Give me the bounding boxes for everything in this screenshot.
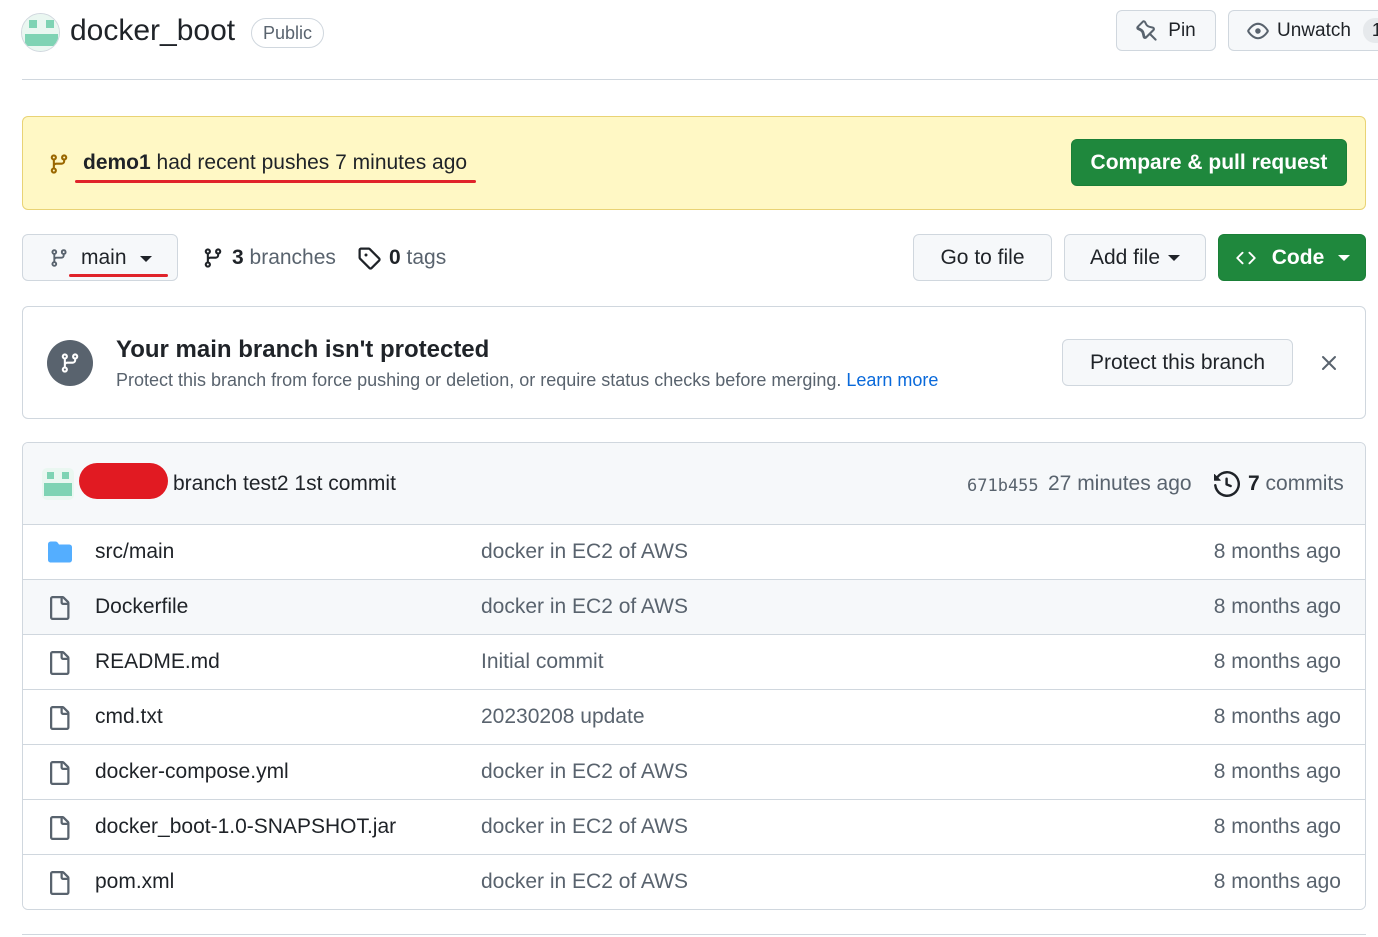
- file-age: 8 months ago: [1213, 760, 1341, 783]
- visibility-badge: Public: [251, 18, 325, 48]
- file-row[interactable]: cmd.txt 20230208 update 8 months ago: [23, 690, 1365, 745]
- current-branch-label: main: [81, 245, 127, 269]
- code-label: Code: [1271, 245, 1325, 269]
- unwatch-label: Unwatch: [1277, 19, 1351, 41]
- file-row[interactable]: docker_boot-1.0-SNAPSHOT.jar docker in EC…: [23, 800, 1365, 855]
- history-icon: [1214, 471, 1240, 497]
- file-icon: [47, 815, 71, 841]
- file-name-link[interactable]: docker-compose.yml: [95, 760, 289, 784]
- redacted-author: [79, 463, 168, 499]
- tags-link[interactable]: 0 tags: [357, 246, 446, 270]
- file-commit-message[interactable]: docker in EC2 of AWS: [481, 870, 688, 894]
- file-age: 8 months ago: [1213, 870, 1341, 893]
- unwatch-button[interactable]: Unwatch 1: [1228, 10, 1378, 51]
- protection-title: Your main branch isn't protected: [116, 336, 490, 363]
- tags-count: 0: [389, 246, 401, 269]
- latest-commit-bar: branch test2 1st commit 671b455 27 minut…: [23, 443, 1365, 525]
- code-button[interactable]: Code: [1218, 234, 1366, 281]
- code-icon: [1234, 248, 1258, 268]
- file-commit-message[interactable]: docker in EC2 of AWS: [481, 540, 688, 564]
- branches-link[interactable]: 3 branches: [202, 246, 336, 270]
- dismiss-notice-button[interactable]: [1317, 351, 1341, 375]
- commits-count: 7: [1248, 472, 1260, 495]
- file-age: 8 months ago: [1213, 595, 1341, 618]
- protection-description: Protect this branch from force pushing o…: [116, 370, 938, 391]
- file-row[interactable]: pom.xml docker in EC2 of AWS 8 months ago: [23, 855, 1365, 909]
- repo-name[interactable]: docker_boot: [70, 14, 235, 48]
- pin-button[interactable]: Pin: [1116, 10, 1216, 51]
- tags-label: tags: [406, 246, 447, 269]
- file-row[interactable]: Dockerfile docker in EC2 of AWS 8 months a…: [23, 580, 1365, 635]
- compare-pull-request-label: Compare & pull request: [1090, 150, 1328, 174]
- section-divider: [22, 934, 1366, 935]
- file-name-link[interactable]: Dockerfile: [95, 595, 188, 619]
- file-age: 8 months ago: [1213, 815, 1341, 838]
- commits-label: commits: [1265, 472, 1344, 495]
- file-name-link[interactable]: README.md: [95, 650, 220, 674]
- protect-branch-label: Protect this branch: [1089, 350, 1266, 374]
- file-commit-message[interactable]: docker in EC2 of AWS: [481, 595, 688, 619]
- branch-icon: [48, 152, 70, 176]
- commit-message[interactable]: branch test2 1st commit: [173, 472, 396, 496]
- file-commit-message[interactable]: docker in EC2 of AWS: [481, 815, 688, 839]
- file-commit-message[interactable]: Initial commit: [481, 650, 604, 674]
- file-row[interactable]: README.md Initial commit 8 months ago: [23, 635, 1365, 690]
- recent-push-message: demo1 had recent pushes 7 minutes ago: [83, 151, 467, 175]
- caret-down-icon: [1338, 254, 1351, 262]
- commits-history-link[interactable]: 7 commits: [1214, 471, 1344, 497]
- protect-branch-button[interactable]: Protect this branch: [1062, 339, 1293, 386]
- file-name-link[interactable]: cmd.txt: [95, 705, 163, 729]
- file-icon: [47, 760, 71, 786]
- file-icon: [47, 705, 71, 731]
- branches-count: 3: [232, 246, 244, 269]
- file-name-link[interactable]: src/main: [95, 540, 174, 564]
- file-name-link[interactable]: pom.xml: [95, 870, 174, 894]
- file-row[interactable]: docker-compose.yml docker in EC2 of AWS 8 …: [23, 745, 1365, 800]
- add-file-button[interactable]: Add file: [1064, 234, 1206, 281]
- commit-time: 27 minutes ago: [1048, 472, 1192, 495]
- file-age: 8 months ago: [1213, 540, 1341, 563]
- committer-avatar[interactable]: [42, 468, 74, 500]
- learn-more-link[interactable]: Learn more: [846, 370, 938, 390]
- push-message-text: had recent pushes 7 minutes ago: [150, 151, 468, 174]
- branch-icon: [49, 246, 69, 270]
- file-icon: [47, 595, 71, 621]
- eye-icon: [1247, 20, 1269, 42]
- file-age: 8 months ago: [1213, 650, 1341, 673]
- branches-label: branches: [249, 246, 336, 269]
- folder-icon: [47, 540, 73, 564]
- compare-pull-request-button[interactable]: Compare & pull request: [1071, 139, 1347, 186]
- commit-sha[interactable]: 671b455: [967, 476, 1039, 496]
- protection-description-text: Protect this branch from force pushing o…: [116, 370, 847, 390]
- header-divider: [22, 79, 1378, 80]
- caret-down-icon: [139, 253, 153, 263]
- pin-label: Pin: [1168, 19, 1196, 41]
- watchers-count: 1: [1362, 18, 1378, 43]
- file-list: branch test2 1st commit 671b455 27 minut…: [22, 442, 1366, 910]
- file-icon: [47, 870, 71, 896]
- file-row[interactable]: src/main docker in EC2 of AWS 8 months ago: [23, 525, 1365, 580]
- go-to-file-label: Go to file: [940, 245, 1025, 269]
- file-icon: [47, 650, 71, 676]
- annotation-underline-banner: [75, 180, 476, 183]
- add-file-label: Add file: [1089, 245, 1161, 269]
- caret-down-icon: [1168, 254, 1181, 262]
- repo-owner-avatar[interactable]: [21, 13, 60, 52]
- pushed-branch-link[interactable]: demo1: [83, 151, 151, 174]
- git-branch-icon: [47, 340, 93, 386]
- file-age: 8 months ago: [1213, 705, 1341, 728]
- branches-icon: [202, 246, 224, 270]
- annotation-underline-branch: [69, 274, 168, 277]
- pin-icon: [1136, 19, 1158, 42]
- file-name-link[interactable]: docker_boot-1.0-SNAPSHOT.jar: [95, 815, 396, 839]
- file-commit-message[interactable]: docker in EC2 of AWS: [481, 760, 688, 784]
- file-commit-message[interactable]: 20230208 update: [481, 705, 645, 729]
- close-icon: [1321, 355, 1337, 371]
- go-to-file-button[interactable]: Go to file: [913, 234, 1052, 281]
- tag-icon: [357, 246, 381, 270]
